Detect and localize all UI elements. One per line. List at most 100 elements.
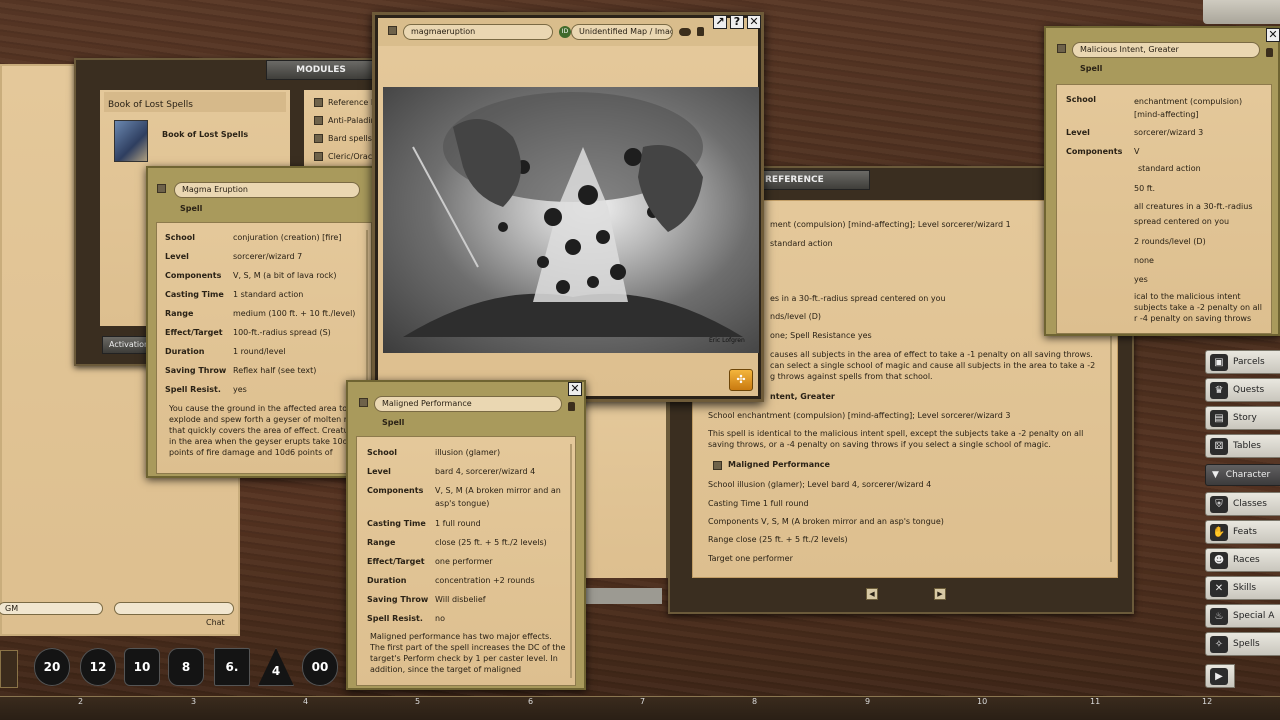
reference-heading: ntent, Greater: [770, 392, 835, 401]
d100-die[interactable]: 00: [302, 648, 338, 686]
reference-line: School illusion (glamer); Level bard 4, …: [708, 480, 932, 489]
hidden-window-bar: [584, 588, 662, 604]
reference-line: es in a 30-ft.-radius spread centered on…: [770, 294, 946, 303]
sidebar-item-special[interactable]: ♨ Special A: [1205, 604, 1280, 628]
magma-checkbox[interactable]: [157, 184, 166, 193]
sidebar-item-parcels[interactable]: ▣ Parcels: [1205, 350, 1280, 374]
maligned-window-checkbox[interactable]: [359, 398, 368, 407]
play-icon: ▶: [1210, 668, 1228, 685]
ruler-mark: 2: [78, 697, 84, 706]
magma-subtitle: Spell: [180, 204, 203, 213]
malicious-subtitle: Spell: [1080, 64, 1103, 73]
sidebar-item-races[interactable]: ☻ Races: [1205, 548, 1280, 572]
malicious-partial: subjects take a -2 penalty on all: [1134, 303, 1262, 312]
reference-line: causes all subjects in the area of effec…: [770, 350, 1093, 359]
malicious-partial: ical to the malicious intent: [1134, 292, 1241, 301]
ruler-mark: 8: [752, 697, 758, 706]
close-icon[interactable]: ✕: [747, 15, 761, 29]
lock-icon[interactable]: [1266, 48, 1273, 57]
reference-line: Target one performer: [708, 554, 793, 563]
malicious-partial: 2 rounds/level (D): [1134, 237, 1206, 246]
sidebar-item-classes[interactable]: ⛨ Classes: [1205, 492, 1280, 516]
close-icon[interactable]: ✕: [1266, 28, 1280, 42]
expand-icon[interactable]: ↗: [713, 15, 727, 29]
ruler-mark: 3: [191, 697, 197, 706]
book-title[interactable]: Book of Lost Spells: [162, 130, 248, 139]
maligned-checkbox[interactable]: [713, 461, 722, 470]
maligned-title[interactable]: Maligned Performance: [374, 396, 562, 412]
sidebar-item-feats[interactable]: ✋ Feats: [1205, 520, 1280, 544]
sidebar-item-story[interactable]: ▤ Story: [1205, 406, 1280, 430]
malicious-title[interactable]: Malicious Intent, Greater: [1072, 42, 1260, 58]
next-page-button[interactable]: ▶: [934, 588, 946, 600]
image-type[interactable]: Unidentified Map / Imag: [571, 24, 673, 40]
sidebar-item-quests[interactable]: ♛ Quests: [1205, 378, 1280, 402]
image-window: magmaeruption ID Unidentified Map / Imag…: [372, 12, 764, 402]
reference-line: nds/level (D): [770, 312, 821, 321]
malicious-partial: spread centered on you: [1134, 217, 1230, 226]
lock-icon[interactable]: [568, 402, 575, 411]
prev-page-button[interactable]: ◀: [866, 588, 878, 600]
reference-heading: Maligned Performance: [728, 460, 830, 469]
classes-icon: ⛨: [1210, 496, 1228, 513]
image-name[interactable]: magmaeruption: [403, 24, 553, 40]
maligned-scrollbar[interactable]: [570, 444, 572, 678]
magma-title[interactable]: Magma Eruption: [174, 182, 360, 198]
reference-line: This spell is identical to the malicious…: [708, 429, 1084, 438]
sidebar-item-tables[interactable]: ⚄ Tables: [1205, 434, 1280, 458]
reference-line: Components V, S, M (A broken mirror and …: [708, 517, 944, 526]
parcels-icon: ▣: [1210, 354, 1228, 371]
reference-line: standard action: [770, 239, 833, 248]
reference-line: School enchantment (compulsion) [mind-af…: [708, 411, 1011, 420]
reference-tab[interactable]: REFERENCE: [750, 170, 870, 190]
ruler-mark: 6: [528, 697, 534, 706]
maligned-description: Maligned performance has two major effec…: [370, 632, 566, 674]
ruler-mark: 5: [415, 697, 421, 706]
close-icon[interactable]: ✕: [568, 382, 582, 396]
chat-input[interactable]: [114, 602, 234, 615]
ruler-mark: 4: [303, 697, 309, 706]
story-icon: ▤: [1210, 410, 1228, 427]
spells-icon: ✧: [1210, 636, 1228, 653]
sidebar-item-skills[interactable]: ✕ Skills: [1205, 576, 1280, 600]
ruler-mark: 11: [1090, 697, 1101, 706]
magma-eruption-image[interactable]: Eric Lofgren: [383, 87, 759, 353]
gm-select[interactable]: GM: [0, 602, 103, 615]
image-checkbox[interactable]: [388, 26, 397, 35]
malicious-partial: all creatures in a 30-ft.-radius: [1134, 202, 1253, 211]
reference-line: g throws against spells from that school…: [770, 372, 933, 381]
d8-die[interactable]: 8: [168, 648, 204, 686]
d10-die[interactable]: 10: [124, 648, 160, 686]
chat-send-button[interactable]: Chat: [206, 618, 225, 627]
gm-select-value: GM: [5, 604, 19, 613]
sidebar-item-spells[interactable]: ✧ Spells: [1205, 632, 1280, 656]
sidebar-section-character[interactable]: ▼ Character: [1205, 464, 1280, 486]
malicious-partial: yes: [1134, 275, 1148, 284]
lock-icon[interactable]: [697, 27, 704, 36]
sidebar-top-buttons[interactable]: [1203, 0, 1280, 24]
artist-signature: Eric Lofgren: [709, 337, 745, 344]
malicious-checkbox[interactable]: [1057, 44, 1066, 53]
reference-line: Range close (25 ft. + 5 ft./2 levels): [708, 535, 848, 544]
id-badge[interactable]: ID: [559, 26, 571, 38]
maligned-subtitle: Spell: [382, 418, 405, 427]
reference-line: Casting Time 1 full round: [708, 499, 809, 508]
malicious-window: Malicious Intent, Greater ✕ Spell School…: [1044, 26, 1280, 336]
d6-die[interactable]: 6.: [214, 648, 250, 686]
modules-tab[interactable]: MODULES: [266, 60, 376, 80]
hidden-window-strip: [584, 400, 668, 578]
mask-icon[interactable]: [679, 28, 691, 36]
book-cover[interactable]: [114, 120, 148, 162]
help-icon[interactable]: ?: [730, 15, 744, 29]
d12-die[interactable]: 12: [80, 648, 116, 686]
sidebar-play-button[interactable]: ▶: [1205, 664, 1235, 688]
hotkey-ruler: 2 3 4 5 6 7 8 9 10 11 12: [0, 696, 1280, 720]
d4-die[interactable]: 4: [258, 648, 294, 686]
malicious-partial: none: [1134, 256, 1154, 265]
dice-tray-edge[interactable]: [0, 650, 18, 688]
quests-icon: ♛: [1210, 382, 1228, 399]
reference-line: saving throws, or a -4 penalty on saving…: [708, 440, 1051, 449]
image-tool-button[interactable]: ✣: [729, 369, 753, 391]
d20-die[interactable]: 20: [34, 648, 70, 686]
feats-icon: ✋: [1210, 524, 1228, 541]
